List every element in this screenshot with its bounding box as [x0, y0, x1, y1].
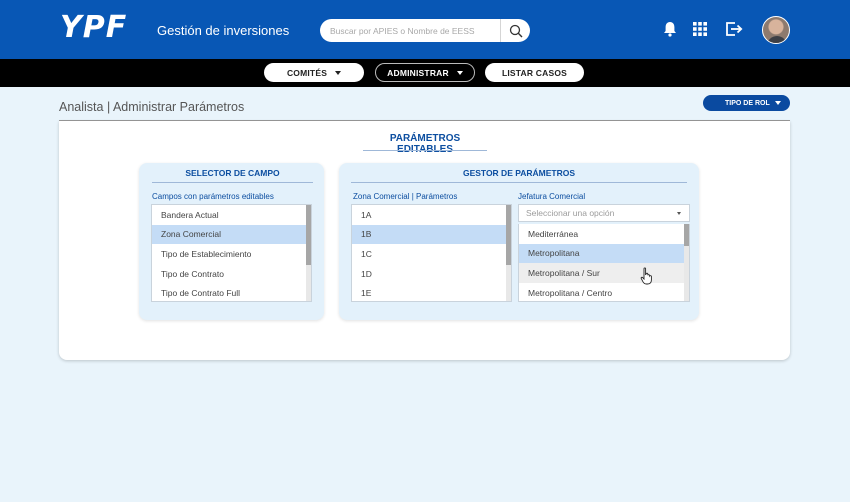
list-item[interactable]: Tipo de Contrato [152, 264, 311, 284]
bell-icon[interactable] [661, 20, 679, 38]
scrollbar[interactable] [506, 205, 511, 301]
page-title: PARÁMETROS EDITABLES [389, 133, 461, 155]
list-item[interactable]: Tipo de Contrato Full [152, 283, 311, 301]
list-item-selected[interactable]: 1B [352, 224, 511, 245]
search-button[interactable] [500, 19, 530, 42]
list-item[interactable]: 1C [352, 244, 511, 264]
dropdown-option[interactable]: Metropolitana / Centro [519, 283, 689, 301]
top-header: YPF Gestión de inversiones [0, 0, 850, 59]
list-item-selected[interactable]: Zona Comercial [152, 224, 311, 245]
nav-comites[interactable]: COMITÉS [264, 63, 364, 82]
search-box [320, 19, 530, 42]
title-underline [363, 150, 487, 151]
selector-divider [152, 182, 313, 183]
scrollbar[interactable] [684, 224, 689, 301]
scrollbar-thumb[interactable] [306, 205, 311, 265]
search-icon [509, 24, 522, 37]
chevron-down-icon [775, 101, 781, 105]
apps-grid-icon[interactable] [691, 20, 709, 38]
scrollbar-thumb[interactable] [506, 205, 511, 265]
chevron-down-icon [335, 70, 342, 75]
user-avatar[interactable] [762, 16, 790, 44]
app-title: Gestión de inversiones [157, 23, 290, 38]
breadcrumb: Analista | Administrar Parámetros [59, 100, 245, 114]
search-input[interactable] [330, 22, 500, 39]
field-list[interactable]: Bandera Actual Zona Comercial Tipo de Es… [151, 204, 312, 302]
dropdown-option-hovered[interactable]: Metropolitana / Sur [519, 263, 689, 283]
chevron-down-icon [677, 212, 681, 215]
dropdown-option[interactable]: Mediterránea [519, 224, 689, 244]
nav-listar-casos[interactable]: LISTAR CASOS [485, 63, 584, 82]
jefatura-options-dropdown[interactable]: Mediterránea Metropolitana Metropolitana… [518, 224, 690, 302]
scrollbar-thumb[interactable] [684, 224, 689, 246]
logout-icon[interactable] [724, 20, 744, 38]
main-nav: COMITÉS ADMINISTRAR LISTAR CASOS [0, 59, 850, 87]
nav-administrar[interactable]: ADMINISTRAR [375, 63, 475, 82]
manager-title: GESTOR DE PARÁMETROS [462, 168, 576, 178]
selector-title: SELECTOR DE CAMPO [185, 168, 280, 178]
list-item[interactable]: Bandera Actual [152, 205, 311, 225]
list-item[interactable]: Tipo de Establecimiento [152, 244, 311, 264]
list-item[interactable]: 1A [352, 205, 511, 225]
manager-divider [351, 182, 687, 183]
jefatura-label: Jefatura Comercial [518, 192, 586, 201]
chevron-down-icon [456, 70, 463, 75]
list-item[interactable]: 1D [352, 264, 511, 284]
dropdown-option-selected[interactable]: Metropolitana [519, 243, 689, 264]
selector-list-label: Campos con parámetros editables [152, 192, 274, 201]
parameters-list[interactable]: 1A 1B 1C 1D 1E [351, 204, 512, 302]
ypf-logo[interactable]: YPF [60, 13, 127, 43]
scrollbar[interactable] [306, 205, 311, 301]
jefatura-select[interactable]: Seleccionar una opción [518, 204, 690, 222]
parameters-list-label: Zona Comercial | Parámetros [353, 192, 458, 201]
list-item[interactable]: 1E [352, 283, 511, 301]
role-type-button[interactable]: TIPO DE ROL [703, 95, 790, 111]
hand-pointer-icon [640, 267, 652, 285]
